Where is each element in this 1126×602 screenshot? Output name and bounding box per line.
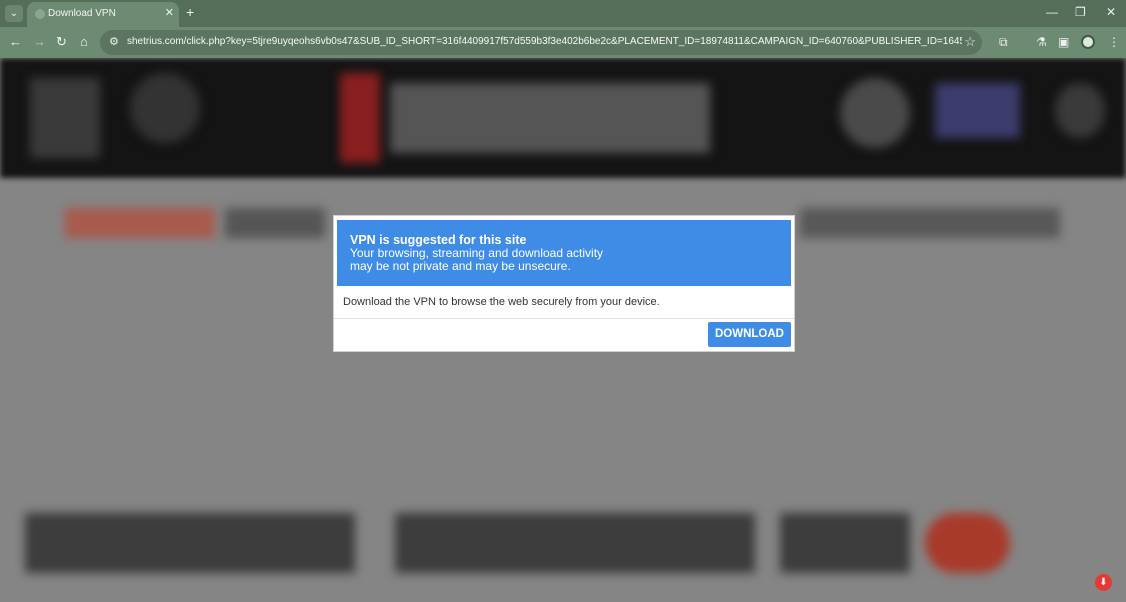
download-button[interactable]: DOWNLOAD bbox=[708, 322, 791, 347]
modal-body-text: Download the VPN to browse the web secur… bbox=[343, 296, 660, 308]
url-text[interactable]: shetrius.com/click.php?key=5tjre9uyqeohs… bbox=[127, 36, 962, 47]
blurred-banner bbox=[390, 83, 710, 153]
blurred-icon bbox=[935, 83, 1020, 138]
browser-menu-icon[interactable]: ⋮ bbox=[1108, 35, 1120, 49]
tab-strip: ⌄ Download VPN ✕ + — ❐ ✕ bbox=[0, 0, 1126, 27]
site-info-icon[interactable]: ⚙ bbox=[109, 35, 119, 48]
blurred-logo bbox=[30, 78, 100, 158]
tab-search-icon[interactable]: ⌄ bbox=[5, 5, 23, 22]
labs-icon[interactable]: ⚗ bbox=[1036, 35, 1047, 49]
blurred-icon bbox=[840, 78, 910, 148]
back-icon[interactable]: ← bbox=[9, 34, 22, 49]
forward-icon[interactable]: → bbox=[33, 34, 46, 49]
reload-icon[interactable]: ↻ bbox=[56, 34, 67, 50]
blurred-headline bbox=[780, 513, 910, 573]
modal-divider bbox=[334, 318, 794, 319]
blurred-headline bbox=[395, 513, 755, 573]
address-bar[interactable]: ⚙ shetrius.com/click.php?key=5tjre9uyqeo… bbox=[100, 30, 982, 55]
restore-icon[interactable]: ❐ bbox=[1075, 5, 1086, 19]
window-close-icon[interactable]: ✕ bbox=[1106, 5, 1116, 19]
tab-title: Download VPN bbox=[48, 8, 116, 19]
modal-subtitle-line2: may be not private and may be unsecure. bbox=[350, 259, 571, 273]
blurred-nav bbox=[800, 208, 1060, 238]
blurred-icon bbox=[1055, 83, 1105, 138]
blurred-button bbox=[925, 513, 1010, 573]
extensions-icon[interactable]: ⧉ bbox=[999, 35, 1008, 50]
side-panel-icon[interactable]: ▣ bbox=[1058, 35, 1069, 49]
extension-badge-icon[interactable]: ⬇ bbox=[1095, 574, 1112, 591]
browser-toolbar: ← → ↻ ⌂ ⚙ shetrius.com/click.php?key=5tj… bbox=[0, 27, 1126, 58]
new-tab-icon[interactable]: + bbox=[186, 4, 194, 20]
modal-title: VPN is suggested for this site bbox=[350, 233, 527, 247]
vpn-modal: VPN is suggested for this site Your brow… bbox=[333, 215, 795, 352]
blurred-nav bbox=[225, 208, 325, 238]
bookmark-star-icon[interactable]: ☆ bbox=[964, 34, 976, 50]
profile-avatar[interactable] bbox=[1081, 35, 1095, 49]
blurred-banner-red bbox=[340, 73, 380, 163]
tab-close-icon[interactable]: ✕ bbox=[165, 6, 174, 19]
tab-download-vpn[interactable]: Download VPN ✕ bbox=[27, 2, 179, 27]
blurred-headline bbox=[25, 513, 355, 573]
minimize-icon[interactable]: — bbox=[1046, 5, 1058, 19]
home-icon[interactable]: ⌂ bbox=[80, 34, 88, 49]
blurred-icon bbox=[130, 73, 200, 143]
modal-header: VPN is suggested for this site Your brow… bbox=[337, 220, 791, 286]
blurred-nav bbox=[65, 208, 215, 238]
tab-favicon-icon bbox=[35, 9, 45, 19]
